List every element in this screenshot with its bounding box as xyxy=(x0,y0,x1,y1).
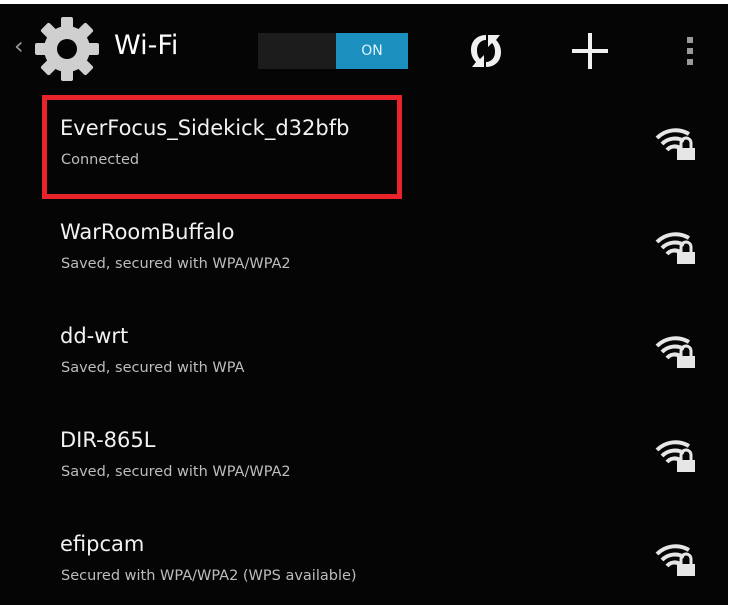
wifi-secured-icon xyxy=(655,544,695,576)
network-status: Saved, secured with WPA/WPA2 xyxy=(61,464,291,480)
wifi-secured-icon xyxy=(655,440,695,472)
wifi-toggle-on-label[interactable]: ON xyxy=(336,33,408,69)
network-ssid: DIR-865L xyxy=(60,428,156,452)
network-ssid: WarRoomBuffalo xyxy=(60,220,235,244)
network-row-dir-865l[interactable]: DIR-865L Saved, secured with WPA/WPA2 xyxy=(0,404,728,508)
overflow-menu-icon[interactable] xyxy=(670,26,710,76)
network-ssid: efipcam xyxy=(60,532,145,556)
connected-network-highlight xyxy=(42,95,402,199)
network-status: Secured with WPA/WPA2 (WPS available) xyxy=(61,568,357,584)
settings-gear-icon[interactable] xyxy=(32,14,102,84)
page-title: Wi-Fi xyxy=(114,30,179,61)
add-network-icon[interactable] xyxy=(562,26,618,76)
action-bar: ‹ Wi-Fi ON xyxy=(0,4,728,92)
network-ssid: dd-wrt xyxy=(60,324,129,348)
wifi-secured-icon xyxy=(655,232,695,264)
wifi-secured-icon xyxy=(655,128,695,160)
network-status: Saved, secured with WPA xyxy=(61,360,245,376)
network-row-warroombuffalo[interactable]: WarRoomBuffalo Saved, secured with WPA/W… xyxy=(0,196,728,300)
wifi-secured-icon xyxy=(655,336,695,368)
network-row-dd-wrt[interactable]: dd-wrt Saved, secured with WPA xyxy=(0,300,728,404)
network-status: Saved, secured with WPA/WPA2 xyxy=(61,256,291,272)
wifi-toggle[interactable]: ON xyxy=(258,33,408,69)
network-row-efipcam[interactable]: efipcam Secured with WPA/WPA2 (WPS avail… xyxy=(0,508,728,605)
up-caret-icon[interactable]: ‹ xyxy=(14,32,24,60)
wps-icon[interactable] xyxy=(458,26,514,76)
wifi-settings-screen: ‹ Wi-Fi ON EverFocus_Sidekick_d32bfb Con… xyxy=(0,4,728,605)
